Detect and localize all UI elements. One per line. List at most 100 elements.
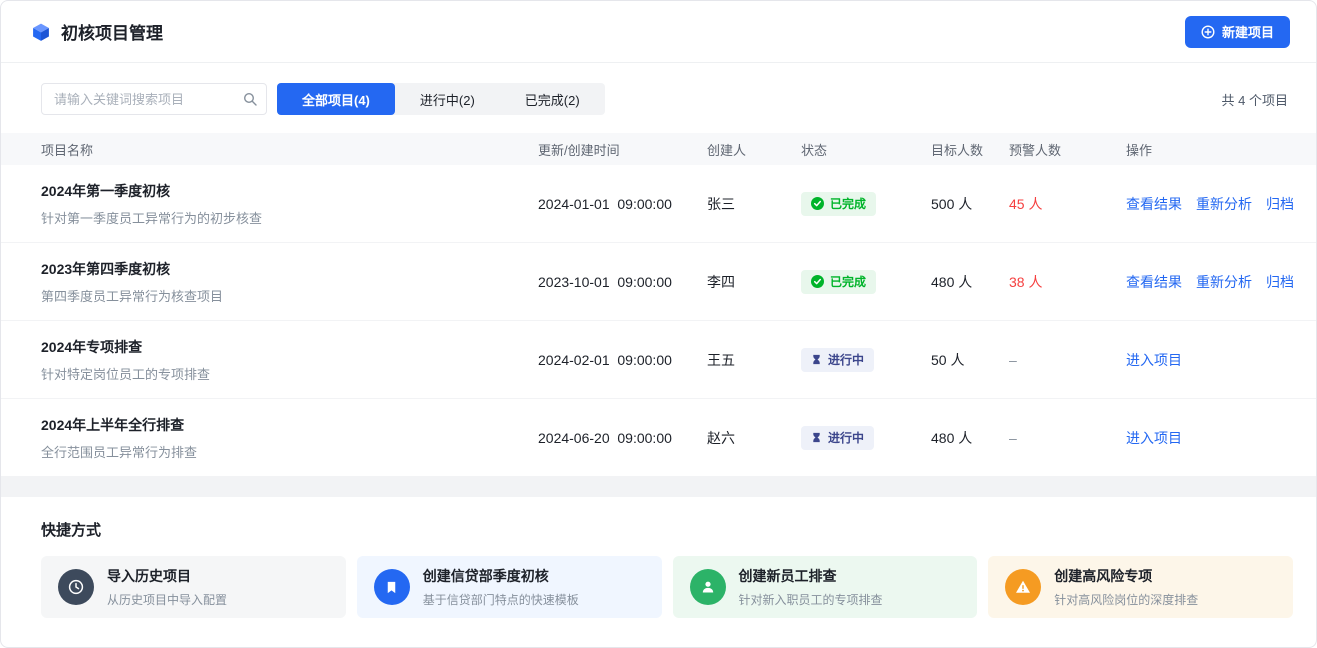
shortcut-title: 导入历史项目	[107, 566, 227, 586]
actions-cell: 查看结果 重新分析 归档	[1126, 272, 1294, 292]
actions-cell: 进入项目	[1126, 428, 1289, 448]
search-box	[41, 83, 267, 115]
view-results-link[interactable]: 查看结果	[1126, 272, 1182, 292]
shortcut-text: 创建高风险专项 针对高风险岗位的深度排查	[1054, 566, 1198, 608]
status-cell: 已完成	[801, 192, 931, 216]
shortcut-text: 导入历史项目 从历史项目中导入配置	[107, 566, 227, 608]
project-name: 2023年第四季度初核	[41, 259, 538, 279]
project-name-cell: 2023年第四季度初核 第四季度员工异常行为核查项目	[41, 259, 538, 305]
new-project-button[interactable]: 新建项目	[1185, 16, 1290, 48]
column-header-creator: 创建人	[707, 140, 801, 159]
clock-icon	[58, 569, 94, 605]
project-description: 针对特定岗位员工的专项排查	[41, 364, 538, 383]
shortcuts-title: 快捷方式	[41, 519, 1293, 540]
plus-circle-icon	[1201, 25, 1215, 39]
shortcut-description: 从历史项目中导入配置	[107, 591, 227, 608]
check-circle-icon	[811, 197, 824, 210]
shortcut-credit-dept-review[interactable]: 创建信贷部季度初核 基于信贷部门特点的快速模板	[357, 556, 662, 618]
tab-in-progress[interactable]: 进行中(2)	[395, 83, 500, 115]
page-title: 初核项目管理	[61, 19, 163, 44]
status-badge-done: 已完成	[801, 270, 876, 294]
table-row: 2024年上半年全行排查 全行范围员工异常行为排查 2024-06-20 09:…	[1, 399, 1316, 477]
project-time: 2024-01-01 09:00:00	[538, 196, 707, 212]
reanalyze-link[interactable]: 重新分析	[1196, 272, 1252, 292]
column-header-status: 状态	[801, 140, 931, 159]
status-badge-in-progress: 进行中	[801, 426, 874, 450]
project-description: 全行范围员工异常行为排查	[41, 442, 538, 461]
warning-count: –	[1009, 352, 1126, 368]
target-count: 480 人	[931, 428, 1009, 448]
shortcut-description: 针对新入职员工的专项排查	[739, 591, 883, 608]
shortcut-description: 基于信贷部门特点的快速模板	[423, 591, 579, 608]
section-divider	[1, 477, 1316, 497]
shortcut-title: 创建高风险专项	[1054, 566, 1198, 586]
status-label: 进行中	[828, 351, 864, 368]
project-name: 2024年第一季度初核	[41, 181, 538, 201]
status-label: 进行中	[828, 429, 864, 446]
shortcut-new-employee-screening[interactable]: 创建新员工排查 针对新入职员工的专项排查	[673, 556, 978, 618]
project-time: 2024-02-01 09:00:00	[538, 352, 707, 368]
target-count: 50 人	[931, 350, 1009, 370]
project-creator: 王五	[707, 350, 801, 370]
page-header: 初核项目管理 新建项目	[1, 1, 1316, 63]
preliminary-review-project-management-page: 初核项目管理 新建项目 全部项目(4) 进行中(2)	[0, 0, 1317, 648]
status-cell: 进行中	[801, 348, 931, 372]
table-row: 2024年专项排查 针对特定岗位员工的专项排查 2024-02-01 09:00…	[1, 321, 1316, 399]
shortcut-title: 创建新员工排查	[739, 566, 883, 586]
warning-count: 38 人	[1009, 272, 1126, 292]
target-count: 480 人	[931, 272, 1009, 292]
shortcut-high-risk-special[interactable]: 创建高风险专项 针对高风险岗位的深度排查	[988, 556, 1293, 618]
project-name-cell: 2024年专项排查 针对特定岗位员工的专项排查	[41, 337, 538, 383]
app-logo-cube-icon	[31, 22, 51, 42]
bookmark-icon	[374, 569, 410, 605]
actions-cell: 进入项目	[1126, 350, 1289, 370]
shortcut-title: 创建信贷部季度初核	[423, 566, 579, 586]
project-name-cell: 2024年第一季度初核 针对第一季度员工异常行为的初步核查	[41, 181, 538, 227]
actions-cell: 查看结果 重新分析 归档	[1126, 194, 1294, 214]
shortcut-text: 创建新员工排查 针对新入职员工的专项排查	[739, 566, 883, 608]
hourglass-icon	[811, 354, 822, 365]
status-cell: 进行中	[801, 426, 931, 450]
project-name: 2024年专项排查	[41, 337, 538, 357]
page-title-group: 初核项目管理	[31, 19, 163, 44]
table-row: 2024年第一季度初核 针对第一季度员工异常行为的初步核查 2024-01-01…	[1, 165, 1316, 243]
project-name: 2024年上半年全行排查	[41, 415, 538, 435]
shortcut-description: 针对高风险岗位的深度排查	[1054, 591, 1198, 608]
project-description: 第四季度员工异常行为核查项目	[41, 286, 538, 305]
table-body: 2024年第一季度初核 针对第一季度员工异常行为的初步核查 2024-01-01…	[1, 165, 1316, 477]
enter-project-link[interactable]: 进入项目	[1126, 350, 1182, 370]
status-label: 已完成	[830, 195, 866, 212]
project-creator: 赵六	[707, 428, 801, 448]
new-project-button-label: 新建项目	[1222, 22, 1274, 41]
column-header-actions: 操作	[1126, 140, 1289, 159]
search-icon[interactable]	[243, 92, 257, 106]
project-creator: 张三	[707, 194, 801, 214]
tab-all-projects[interactable]: 全部项目(4)	[277, 83, 395, 115]
total-count-text: 共 4 个项目	[1222, 90, 1288, 109]
shortcut-import-history[interactable]: 导入历史项目 从历史项目中导入配置	[41, 556, 346, 618]
warning-count: –	[1009, 430, 1126, 446]
enter-project-link[interactable]: 进入项目	[1126, 428, 1182, 448]
project-time: 2023-10-01 09:00:00	[538, 274, 707, 290]
check-circle-icon	[811, 275, 824, 288]
tab-completed[interactable]: 已完成(2)	[500, 83, 605, 115]
shortcut-text: 创建信贷部季度初核 基于信贷部门特点的快速模板	[423, 566, 579, 608]
view-results-link[interactable]: 查看结果	[1126, 194, 1182, 214]
status-badge-done: 已完成	[801, 192, 876, 216]
archive-link[interactable]: 归档	[1266, 194, 1294, 214]
status-label: 已完成	[830, 273, 866, 290]
shortcut-cards: 导入历史项目 从历史项目中导入配置 创建信贷部季度初核 基于信贷部门特点的快速模…	[41, 556, 1293, 618]
reanalyze-link[interactable]: 重新分析	[1196, 194, 1252, 214]
table-row: 2023年第四季度初核 第四季度员工异常行为核查项目 2023-10-01 09…	[1, 243, 1316, 321]
search-input[interactable]	[41, 83, 267, 115]
status-badge-in-progress: 进行中	[801, 348, 874, 372]
shortcuts-section: 快捷方式 导入历史项目 从历史项目中导入配置 创建信贷部季度初核 基于信贷部门特…	[1, 497, 1316, 618]
warning-count: 45 人	[1009, 194, 1126, 214]
user-icon	[690, 569, 726, 605]
filter-tabs: 全部项目(4) 进行中(2) 已完成(2)	[277, 83, 605, 115]
hourglass-icon	[811, 432, 822, 443]
column-header-time: 更新/创建时间	[538, 140, 707, 159]
toolbar: 全部项目(4) 进行中(2) 已完成(2) 共 4 个项目	[1, 63, 1316, 133]
project-name-cell: 2024年上半年全行排查 全行范围员工异常行为排查	[41, 415, 538, 461]
archive-link[interactable]: 归档	[1266, 272, 1294, 292]
